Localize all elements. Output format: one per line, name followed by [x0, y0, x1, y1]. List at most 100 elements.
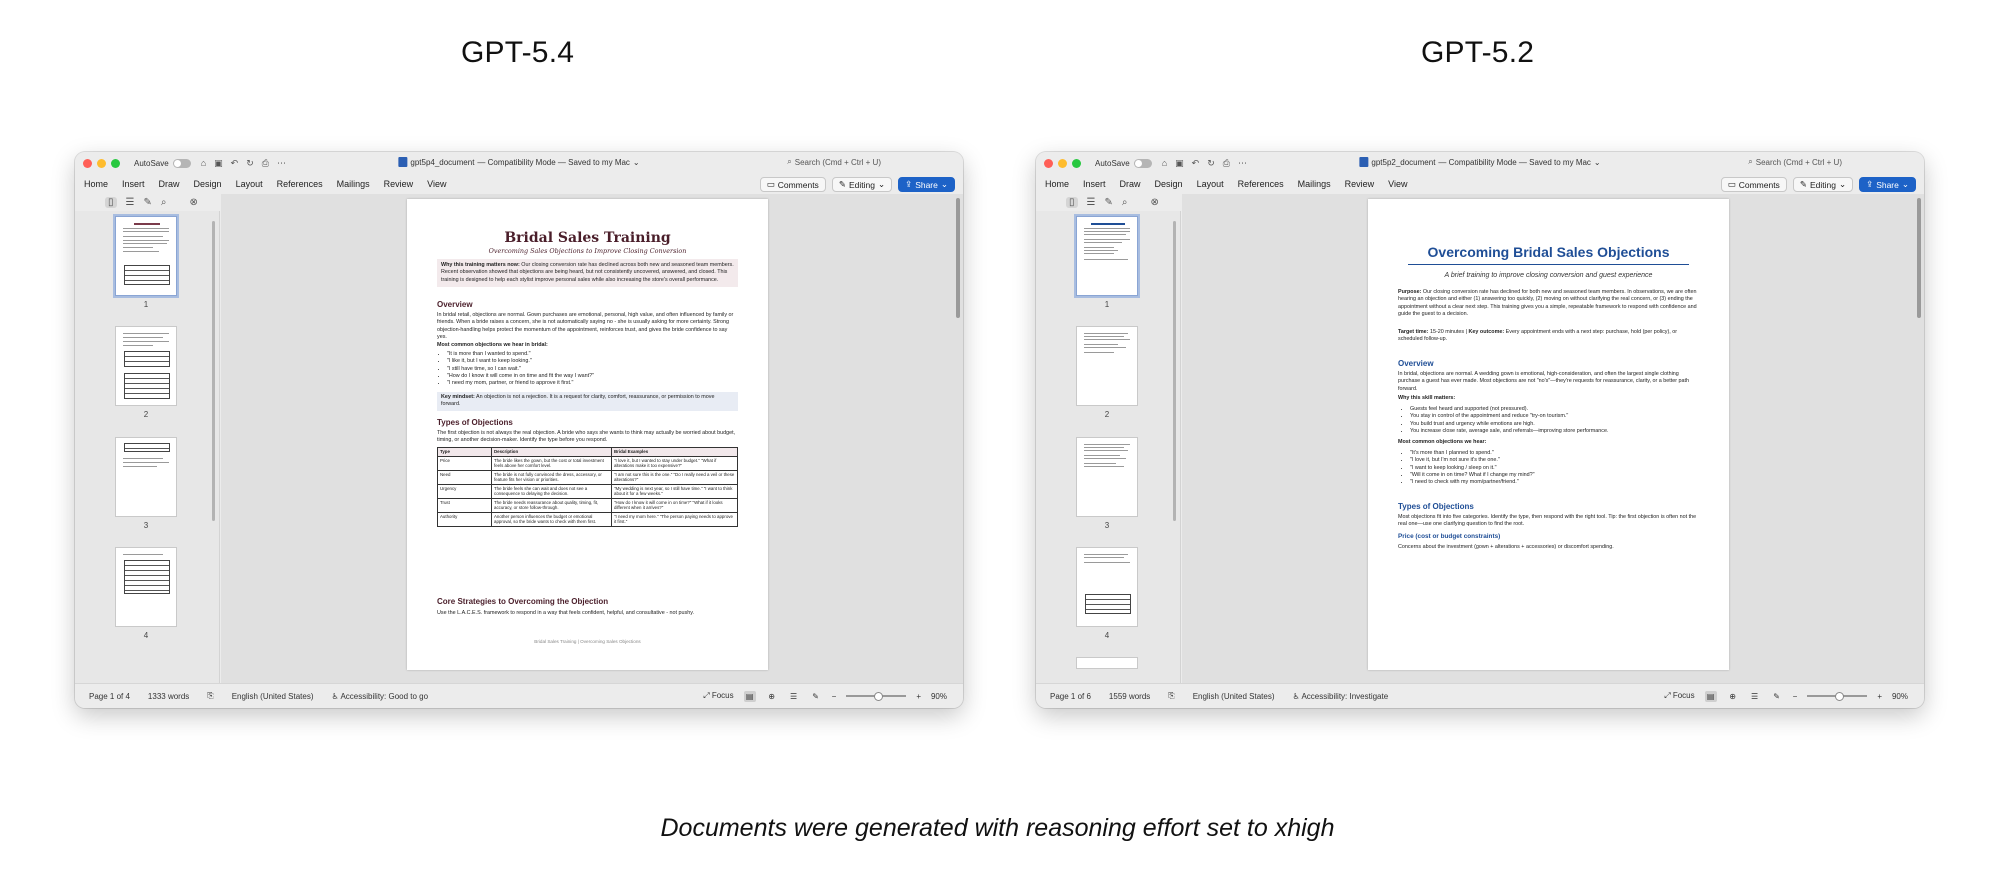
zoom-slider[interactable]	[846, 692, 907, 701]
headings-icon[interactable]: ☰	[126, 197, 135, 208]
word-count[interactable]: 1333 words	[148, 692, 189, 701]
page-thumbnail-3[interactable]: 3	[1076, 437, 1138, 530]
tab-view[interactable]: View	[427, 179, 446, 189]
document-title[interactable]: gpt5p2_document — Compatibility Mode — S…	[1359, 157, 1601, 167]
tab-insert[interactable]: Insert	[1083, 179, 1106, 189]
editing-button[interactable]: ✎ Editing ⌄	[831, 177, 893, 192]
zoom-slider[interactable]	[1807, 692, 1868, 701]
document-page[interactable]: Overcoming Bridal Sales Objections A bri…	[1368, 199, 1729, 670]
tab-review[interactable]: Review	[1345, 179, 1375, 189]
tab-review[interactable]: Review	[384, 179, 414, 189]
print-icon[interactable]: ⎙	[262, 158, 269, 169]
zoom-in-icon[interactable]: +	[916, 692, 921, 701]
language-status[interactable]: English (United States)	[232, 692, 314, 701]
thumbnail-scrollbar[interactable]	[212, 221, 215, 521]
proofing-icon[interactable]: ⎘	[1168, 691, 1174, 701]
zoom-level[interactable]: 90%	[1892, 692, 1908, 701]
print-layout-icon[interactable]: ▤	[1704, 690, 1717, 702]
accessibility-status[interactable]: ♿ Accessibility: Good to go	[332, 692, 429, 701]
tab-references[interactable]: References	[1238, 179, 1284, 189]
web-layout-icon[interactable]: ⊕	[1727, 691, 1739, 702]
save-icon[interactable]: ▣	[214, 158, 223, 169]
zoom-level[interactable]: 90%	[931, 692, 947, 701]
more-icon[interactable]: ⋯	[277, 158, 286, 169]
tab-layout[interactable]: Layout	[236, 179, 263, 189]
autosave-control[interactable]: AutoSave	[1095, 158, 1152, 168]
draft-icon[interactable]: ✎	[810, 691, 822, 702]
tab-design[interactable]: Design	[194, 179, 222, 189]
close-pane-icon[interactable]: ⊗	[189, 197, 197, 208]
zoom-out-icon[interactable]: −	[1793, 692, 1798, 701]
headings-icon[interactable]: ☰	[1087, 197, 1096, 208]
close-window-button[interactable]	[1044, 158, 1053, 168]
search-field[interactable]: ⌕ Search (Cmd + Ctrl + U)	[787, 157, 881, 167]
print-layout-icon[interactable]: ▤	[743, 690, 756, 702]
comments-button[interactable]: ▭ Comments	[1720, 177, 1787, 192]
tab-insert[interactable]: Insert	[122, 179, 145, 189]
document-scrollbar[interactable]	[956, 198, 960, 318]
tab-draw[interactable]: Draw	[159, 179, 180, 189]
save-icon[interactable]: ▣	[1175, 158, 1184, 169]
undo-icon[interactable]: ↶	[1192, 158, 1200, 169]
home-icon[interactable]: ⌂	[1162, 158, 1167, 169]
tab-design[interactable]: Design	[1155, 179, 1183, 189]
undo-icon[interactable]: ↶	[231, 158, 239, 169]
autosave-toggle[interactable]	[1133, 158, 1152, 168]
zoom-out-icon[interactable]: −	[832, 692, 837, 701]
tab-home[interactable]: Home	[1045, 179, 1069, 189]
share-button[interactable]: ⇪ Share ⌄	[1859, 177, 1916, 192]
home-icon[interactable]: ⌂	[201, 158, 206, 169]
tab-mailings[interactable]: Mailings	[337, 179, 370, 189]
document-page[interactable]: Bridal Sales Training Overcoming Sales O…	[407, 199, 768, 670]
page-thumbnail-1[interactable]: 1	[113, 214, 179, 309]
maximize-window-button[interactable]	[1072, 158, 1081, 168]
tab-draw[interactable]: Draw	[1120, 179, 1141, 189]
focus-button[interactable]: ⤢ Focus	[1664, 691, 1694, 701]
markup-icon[interactable]: ✎	[143, 197, 151, 208]
page-thumbnail-4[interactable]: 4	[115, 547, 177, 640]
tab-home[interactable]: Home	[84, 179, 108, 189]
editing-button[interactable]: ✎ Editing ⌄	[1792, 177, 1854, 192]
close-window-button[interactable]	[83, 158, 92, 168]
tab-view[interactable]: View	[1388, 179, 1407, 189]
tab-references[interactable]: References	[277, 179, 323, 189]
search-icon[interactable]: ⌕	[161, 197, 167, 208]
markup-icon[interactable]: ✎	[1104, 197, 1112, 208]
redo-icon[interactable]: ↻	[1207, 158, 1215, 169]
close-pane-icon[interactable]: ⊗	[1150, 197, 1158, 208]
tab-layout[interactable]: Layout	[1197, 179, 1224, 189]
page-thumbnail-4[interactable]: 4	[1076, 547, 1138, 640]
web-layout-icon[interactable]: ⊕	[766, 691, 778, 702]
print-icon[interactable]: ⎙	[1223, 158, 1230, 169]
search-field[interactable]: ⌕ Search (Cmd + Ctrl + U)	[1748, 157, 1842, 167]
outline-icon[interactable]: ☰	[1749, 691, 1761, 702]
proofing-icon[interactable]: ⎘	[207, 691, 213, 701]
word-count[interactable]: 1559 words	[1109, 692, 1150, 701]
page-thumbnail-5[interactable]	[1076, 657, 1138, 669]
thumbnails-icon[interactable]: ▯	[105, 197, 117, 208]
search-icon[interactable]: ⌕	[1122, 197, 1128, 208]
autosave-toggle[interactable]	[172, 158, 191, 168]
autosave-control[interactable]: AutoSave	[134, 158, 191, 168]
page-count[interactable]: Page 1 of 6	[1050, 692, 1091, 701]
redo-icon[interactable]: ↻	[246, 158, 254, 169]
comments-button[interactable]: ▭ Comments	[759, 177, 826, 192]
outline-icon[interactable]: ☰	[788, 691, 800, 702]
page-thumbnail-3[interactable]: 3	[115, 437, 177, 530]
document-scrollbar[interactable]	[1917, 198, 1921, 318]
minimize-window-button[interactable]	[1058, 158, 1067, 168]
share-button[interactable]: ⇪ Share ⌄	[898, 177, 955, 192]
focus-button[interactable]: ⤢ Focus	[703, 691, 733, 701]
thumbnails-icon[interactable]: ▯	[1066, 197, 1078, 208]
tab-mailings[interactable]: Mailings	[1298, 179, 1331, 189]
zoom-in-icon[interactable]: +	[1877, 692, 1882, 701]
page-thumbnail-2[interactable]: 2	[115, 326, 177, 419]
language-status[interactable]: English (United States)	[1193, 692, 1275, 701]
draft-icon[interactable]: ✎	[1771, 691, 1783, 702]
page-thumbnail-1[interactable]: 1	[1074, 214, 1140, 309]
page-count[interactable]: Page 1 of 4	[89, 692, 130, 701]
minimize-window-button[interactable]	[97, 158, 106, 168]
accessibility-status[interactable]: ♿ Accessibility: Investigate	[1293, 692, 1389, 701]
thumbnail-scrollbar[interactable]	[1173, 221, 1176, 521]
more-icon[interactable]: ⋯	[1238, 158, 1247, 169]
